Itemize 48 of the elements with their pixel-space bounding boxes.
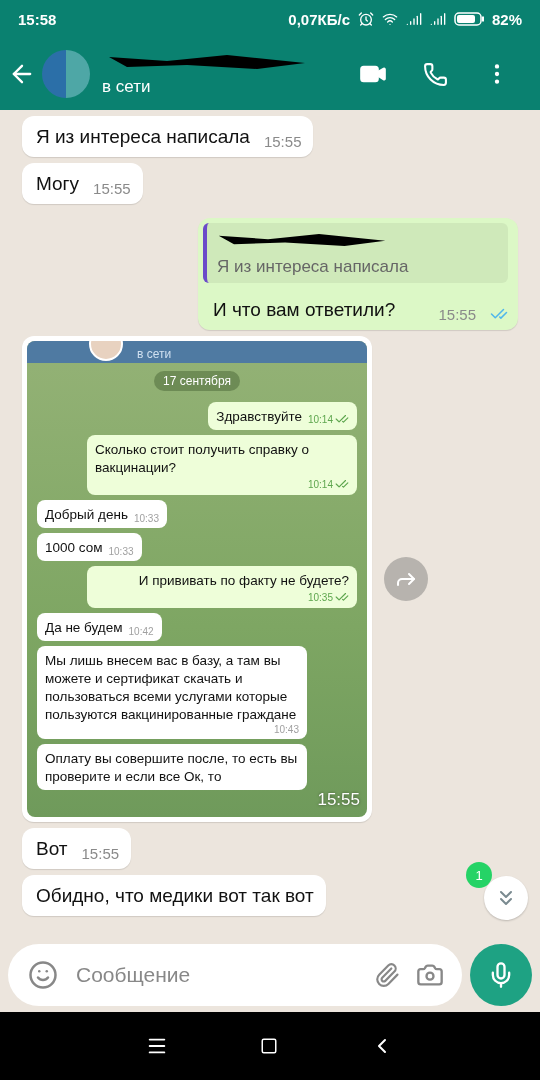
message-text: Обидно, что медики вот так вот xyxy=(36,884,314,908)
message-time: 15:55 xyxy=(93,180,131,197)
message-text: Вот xyxy=(36,837,68,861)
message-time: 10:35 xyxy=(307,590,349,604)
signal-icon xyxy=(429,11,446,27)
message-time: 15:55 xyxy=(317,790,360,810)
wifi-icon xyxy=(381,11,398,27)
message-text: Могу xyxy=(36,172,80,196)
message-text: 1000 сом xyxy=(45,539,103,557)
quoted-message[interactable]: Я из интереса написала xyxy=(203,223,508,283)
message-text: Добрый день xyxy=(45,506,128,524)
date-label: 17 сентября xyxy=(154,371,240,391)
contact-status: в сети xyxy=(102,77,152,97)
attach-button[interactable] xyxy=(374,962,400,988)
message-text: Да не будем xyxy=(45,619,123,637)
home-button[interactable] xyxy=(260,1037,278,1055)
message-text: И прививать по факту не будете? xyxy=(138,572,349,590)
call-button[interactable] xyxy=(422,61,448,87)
message-text: Сколько стоит получить справку о вакцинации? xyxy=(95,441,311,477)
unread-badge: 1 xyxy=(466,862,492,888)
alarm-icon xyxy=(357,11,374,27)
message-time: 10:14 xyxy=(307,412,349,426)
message-text: Мы лишь внесем вас в базу, а там вы можете и сертификат скачать и пользоваться всеми услугами которые пользуются вакцинированные граждане xyxy=(45,652,298,724)
read-ticks-icon xyxy=(335,590,349,604)
read-ticks-icon xyxy=(335,412,349,426)
quoted-text: Я из интереса написала xyxy=(217,257,410,277)
contact-status: в сети xyxy=(137,347,172,361)
message-field[interactable]: Сообщение xyxy=(8,944,462,1006)
network-speed: 0,07КБ/с xyxy=(288,10,350,28)
message-time: 10:14 xyxy=(307,477,349,491)
message-time: 15:55 xyxy=(438,306,476,323)
emoji-button[interactable] xyxy=(28,960,58,990)
message-text: Я из интереса написала xyxy=(36,125,250,149)
scroll-down-button[interactable] xyxy=(484,876,528,920)
message-time: 10:33 xyxy=(133,513,159,524)
message-text: Оплату вы совершите после, то есть вы проверите и если все Ок, то xyxy=(45,750,299,786)
battery-icon xyxy=(453,12,484,26)
status-time: 15:58 xyxy=(18,10,57,28)
message-text: Здравствуйте xyxy=(216,408,302,426)
message-time: 10:43 xyxy=(273,724,299,735)
message-text: И что вам ответили? xyxy=(212,298,396,322)
message-time: 10:33 xyxy=(108,546,134,557)
message-time: 15:55 xyxy=(263,133,302,150)
read-ticks-icon xyxy=(335,477,349,491)
message-time: 15:55 xyxy=(81,845,120,862)
signal-icon xyxy=(405,11,422,27)
message-time: 10:42 xyxy=(128,626,154,637)
battery-percent: 82% xyxy=(491,10,522,28)
